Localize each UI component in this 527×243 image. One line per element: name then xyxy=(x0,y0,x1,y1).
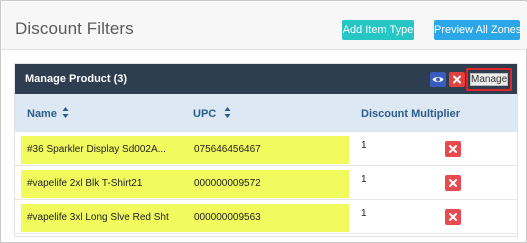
manage-highlight-outline: Manage xyxy=(466,68,512,91)
column-header-upc[interactable]: UPC xyxy=(193,108,216,120)
discount-multiplier-value: 1 xyxy=(361,174,367,185)
remove-all-button[interactable] xyxy=(449,72,465,87)
panel-title: Manage Product (3) xyxy=(25,73,128,85)
product-name: #vapelife 3xl Long Slve Red Sht xyxy=(27,212,169,223)
close-icon xyxy=(453,75,461,84)
table-header: Name UPC Discount Multiplier xyxy=(15,94,517,132)
product-upc: 000000009563 xyxy=(194,212,261,223)
column-header-discount-multiplier: Discount Multiplier xyxy=(361,108,460,120)
product-name: #vapelife 2xl Blk T-Shirt21 xyxy=(27,178,143,189)
product-name: #36 Sparkler Display Sd002A... xyxy=(27,144,166,155)
product-upc: 075646456467 xyxy=(194,144,261,155)
add-item-type-button[interactable]: Add Item Type xyxy=(342,20,414,40)
page-header: Discount Filters Add Item Type Preview A… xyxy=(2,2,527,50)
delete-row-button[interactable] xyxy=(445,175,461,191)
sort-icon[interactable] xyxy=(224,106,231,119)
view-button[interactable] xyxy=(430,72,446,87)
product-upc: 000000009572 xyxy=(194,178,261,189)
manage-button[interactable]: Manage xyxy=(470,73,508,86)
manage-product-panel: Manage Product (3) Manage Name UPC Disco… xyxy=(14,63,518,237)
delete-icon xyxy=(449,179,457,187)
delete-row-button[interactable] xyxy=(445,209,461,225)
table-row: #vapelife 2xl Blk T-Shirt21 000000009572… xyxy=(15,166,517,200)
delete-row-button[interactable] xyxy=(445,141,461,157)
delete-icon xyxy=(449,213,457,221)
discount-multiplier-value: 1 xyxy=(361,140,367,151)
delete-icon xyxy=(449,145,457,153)
column-header-name[interactable]: Name xyxy=(27,108,57,120)
panel-header: Manage Product (3) Manage xyxy=(15,64,517,94)
table-row: #36 Sparkler Display Sd002A... 075646456… xyxy=(15,132,517,166)
discount-multiplier-value: 1 xyxy=(361,208,367,219)
sort-icon[interactable] xyxy=(62,106,69,119)
window-frame: Discount Filters Add Item Type Preview A… xyxy=(0,0,527,243)
table-row: #vapelife 3xl Long Slve Red Sht 00000000… xyxy=(15,200,517,234)
eye-icon xyxy=(432,77,444,82)
preview-all-zones-button[interactable]: Preview All Zones xyxy=(434,20,521,40)
page-title: Discount Filters xyxy=(15,19,134,38)
